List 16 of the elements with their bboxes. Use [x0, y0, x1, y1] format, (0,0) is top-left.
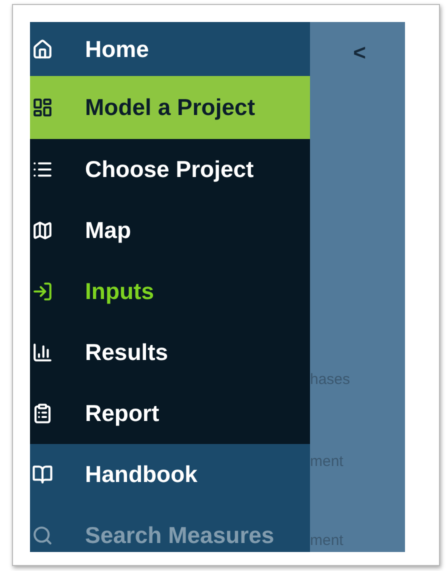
- search-icon: [32, 525, 53, 546]
- bar-chart-icon: [32, 342, 53, 363]
- login-icon: [32, 281, 53, 302]
- home-icon: [32, 38, 53, 60]
- nav-item[interactable]: Choose Project: [30, 139, 310, 200]
- nav-item[interactable]: Handbook: [30, 444, 310, 505]
- dashboard-icon: [32, 97, 53, 118]
- nav-item[interactable]: Map: [30, 200, 310, 261]
- book-icon: [32, 464, 53, 485]
- nav-item[interactable]: Home: [30, 22, 310, 76]
- clipboard-icon: [32, 403, 53, 424]
- nav-item[interactable]: Inputs: [30, 261, 310, 322]
- nav-item[interactable]: Results: [30, 322, 310, 383]
- nav-item[interactable]: Model a Project: [30, 76, 310, 139]
- nav-item[interactable]: Report: [30, 383, 310, 444]
- map-icon: [32, 220, 53, 241]
